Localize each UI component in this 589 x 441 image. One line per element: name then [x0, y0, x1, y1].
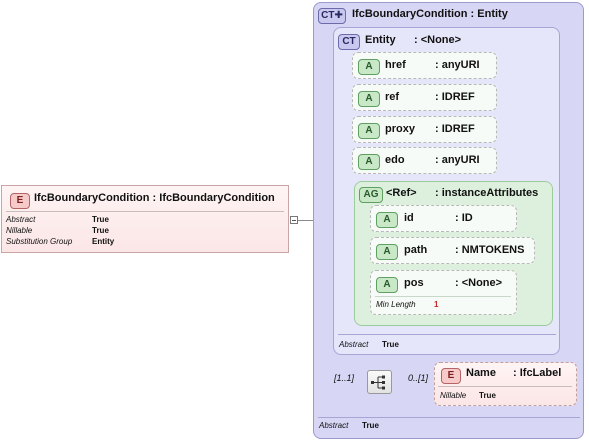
facet-key-min-length: Min Length	[376, 300, 416, 309]
attribute-href[interactable]: A href : anyURI	[352, 52, 497, 79]
entity-type-name: Entity	[365, 34, 396, 46]
complex-type-abstract-value: True	[362, 421, 379, 430]
complex-type-divider	[318, 417, 580, 418]
name-element-divider	[438, 386, 572, 387]
name-element-box[interactable]: E Name : IfcLabel Nillable True	[434, 362, 577, 406]
complex-type-title: IfcBoundaryCondition : Entity	[352, 8, 508, 20]
attribute-edo[interactable]: A edo : anyURI	[352, 147, 497, 174]
attribute-ref[interactable]: A ref : IDREF	[352, 84, 497, 111]
attribute-badge: A	[376, 212, 398, 228]
attribute-pos[interactable]: A pos : <None> Min Length 1	[370, 270, 517, 315]
prop-key-abstract: Abstract	[6, 215, 36, 224]
attribute-badge: A	[358, 154, 380, 170]
root-element-divider	[6, 211, 284, 212]
attribute-name: id	[404, 212, 414, 224]
sequence-compositor[interactable]	[367, 370, 392, 394]
attribute-badge: A	[358, 123, 380, 139]
attribute-type: : IDREF	[435, 123, 475, 135]
root-element-box[interactable]: E IfcBoundaryCondition : IfcBoundaryCond…	[1, 185, 289, 253]
sequence-child-cardinality: 0..[1]	[408, 373, 429, 383]
attribute-name: proxy	[385, 123, 415, 135]
root-element-title: IfcBoundaryCondition : IfcBoundaryCondit…	[34, 192, 275, 204]
facet-value-min-length: 1	[434, 300, 439, 309]
attribute-type: : anyURI	[435, 154, 480, 166]
name-element-type: : IfcLabel	[513, 367, 562, 379]
entity-type-type: : <None>	[414, 34, 462, 46]
attribute-group-name: <Ref>	[386, 187, 417, 199]
entity-type-badge: CT	[338, 34, 360, 50]
prop-value-abstract: True	[92, 215, 109, 224]
attribute-name: href	[385, 59, 406, 71]
attribute-type: : IDREF	[435, 91, 475, 103]
sequence-icon	[371, 375, 385, 390]
plus-icon: ✚	[334, 10, 343, 21]
attribute-badge: A	[358, 59, 380, 75]
attribute-type: : ID	[455, 212, 473, 224]
attribute-pos-divider	[375, 296, 511, 297]
attribute-badge: A	[376, 277, 398, 293]
complex-type-abstract-key: Abstract	[319, 421, 349, 430]
attribute-badge: A	[358, 91, 380, 107]
complex-type-badge: CT✚	[318, 8, 346, 24]
attribute-badge: A	[376, 244, 398, 260]
attribute-type: : anyURI	[435, 59, 480, 71]
attribute-id[interactable]: A id : ID	[370, 205, 517, 232]
attribute-proxy[interactable]: A proxy : IDREF	[352, 116, 497, 143]
attribute-name: path	[404, 244, 428, 256]
attribute-name: edo	[385, 154, 405, 166]
element-badge: E	[441, 368, 461, 384]
attribute-type: : <None>	[455, 277, 503, 289]
attribute-name: pos	[404, 277, 424, 289]
entity-type-abstract-key: Abstract	[339, 340, 369, 349]
element-badge: E	[10, 193, 30, 209]
prop-value-nillable: True	[92, 226, 109, 235]
name-element-name: Name	[466, 367, 496, 379]
entity-type-divider	[338, 334, 556, 335]
name-element-nillable-value: True	[479, 391, 496, 400]
collapse-toggle[interactable]	[290, 216, 298, 224]
prop-key-substitution-group: Substitution Group	[6, 237, 73, 246]
attribute-group-type: : instanceAttributes	[435, 187, 539, 199]
attribute-group-badge: AG	[359, 187, 383, 203]
prop-key-nillable: Nillable	[6, 226, 33, 235]
entity-type-abstract-value: True	[382, 340, 399, 349]
attribute-name: ref	[385, 91, 400, 103]
attribute-type: : NMTOKENS	[455, 244, 525, 256]
attribute-path[interactable]: A path : NMTOKENS	[370, 237, 535, 264]
sequence-cardinality: [1..1]	[334, 373, 355, 383]
name-element-nillable-key: Nillable	[440, 391, 467, 400]
prop-value-substitution-group: Entity	[92, 237, 115, 246]
